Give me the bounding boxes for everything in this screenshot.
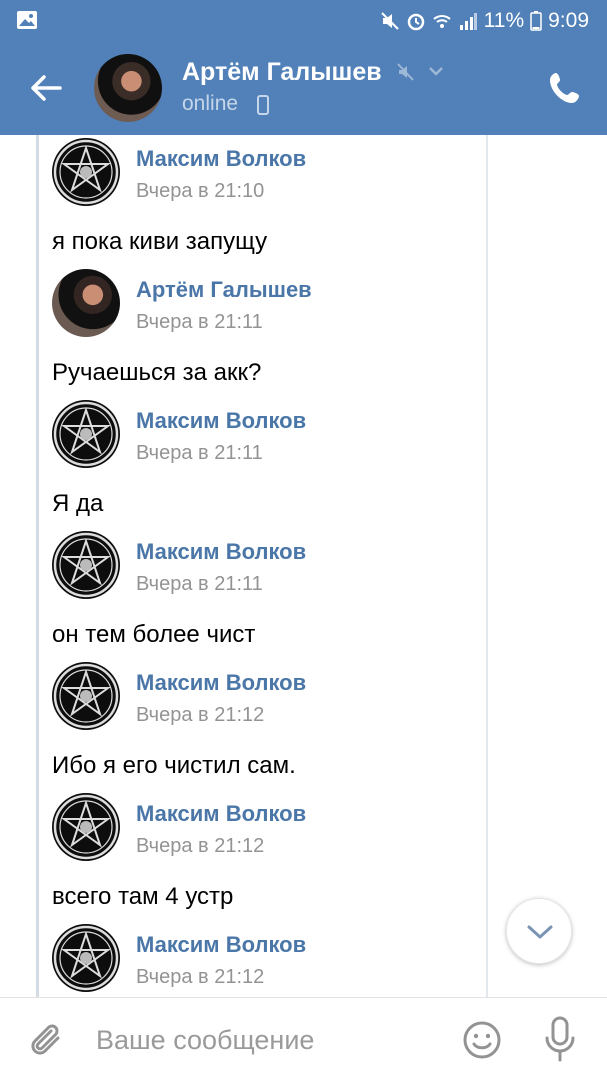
sender-avatar[interactable]	[52, 531, 120, 599]
message-list[interactable]: Максим Волков Вчера в 21:10 я пока киви …	[0, 135, 607, 997]
paperclip-icon[interactable]	[28, 1020, 66, 1060]
signal-icon	[459, 13, 477, 30]
pentagram-icon	[53, 663, 119, 729]
battery-percent: 11%	[483, 9, 525, 32]
emoji-icon[interactable]	[462, 1020, 502, 1060]
message-author[interactable]: Максим Волков	[136, 932, 306, 958]
alarm-icon	[407, 13, 424, 31]
message-time: Вчера в 21:11	[136, 442, 263, 464]
gallery-icon	[17, 11, 37, 29]
clock: 9:09	[548, 9, 589, 32]
scroll-down-button[interactable]	[506, 898, 572, 964]
pentagram-icon	[53, 925, 119, 991]
mute-icon	[380, 12, 399, 30]
pentagram-icon	[53, 532, 119, 598]
message-author[interactable]: Максим Волков	[136, 539, 306, 565]
wifi-icon	[432, 15, 451, 28]
message-time: Вчера в 21:12	[136, 704, 265, 726]
battery-icon	[530, 11, 542, 31]
contact-name[interactable]: Артём Галышев	[182, 58, 382, 87]
chevron-down-icon	[527, 925, 553, 939]
pentagram-icon	[53, 401, 119, 467]
message-text: Ибо я его чистил сам.	[52, 752, 296, 779]
message-text: я пока киви запущу	[52, 228, 268, 255]
pentagram-icon	[53, 139, 119, 205]
sender-avatar[interactable]	[52, 662, 120, 730]
message-time: Вчера в 21:10	[136, 180, 265, 202]
status-bar: 11% 9:09	[0, 0, 607, 42]
message-author[interactable]: Максим Волков	[136, 146, 306, 172]
message-author[interactable]: Максим Волков	[136, 408, 306, 434]
message-author[interactable]: Артём Галышев	[136, 277, 312, 303]
microphone-icon[interactable]	[542, 1016, 578, 1062]
sender-avatar[interactable]	[52, 400, 120, 468]
forwarded-quote-bar	[36, 135, 39, 997]
mobile-icon	[257, 95, 269, 115]
message-text: Ручаешься за акк?	[52, 359, 262, 386]
message-text: всего там 4 устр	[52, 883, 234, 910]
muted-icon	[397, 63, 414, 81]
contact-status: online	[182, 92, 239, 115]
phone-icon[interactable]	[545, 68, 585, 108]
contact-avatar[interactable]	[94, 54, 162, 122]
sender-avatar[interactable]	[52, 924, 120, 992]
message-input[interactable]	[96, 1018, 436, 1062]
sender-avatar[interactable]	[52, 138, 120, 206]
message-author[interactable]: Максим Волков	[136, 801, 306, 827]
quote-border	[486, 135, 488, 997]
message-author[interactable]: Максим Волков	[136, 670, 306, 696]
message-composer	[0, 997, 607, 1080]
back-arrow-icon[interactable]	[26, 68, 66, 108]
message-text: Я да	[52, 490, 104, 517]
message-time: Вчера в 21:11	[136, 573, 263, 595]
chevron-down-icon[interactable]	[428, 64, 444, 78]
sender-avatar[interactable]	[52, 269, 120, 337]
pentagram-icon	[53, 794, 119, 860]
chat-header: Артём Галышев online	[0, 42, 607, 135]
message-text: он тем более чист	[52, 621, 256, 648]
message-time: Вчера в 21:12	[136, 835, 265, 857]
sender-avatar[interactable]	[52, 793, 120, 861]
message-time: Вчера в 21:11	[136, 311, 263, 333]
message-time: Вчера в 21:12	[136, 966, 265, 988]
